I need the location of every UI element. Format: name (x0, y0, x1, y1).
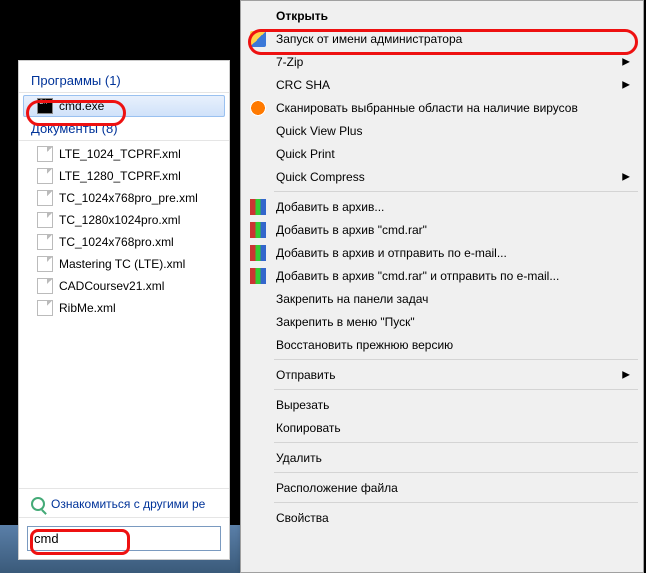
menu-add-cmd-rar-email[interactable]: Добавить в архив "cmd.rar" и отправить п… (244, 264, 640, 287)
menu-separator (274, 389, 638, 390)
documents-header: Документы (8) (19, 117, 229, 138)
menu-quick-compress[interactable]: Quick Compress▶ (244, 165, 640, 188)
document-label: TC_1024x768pro_pre.xml (59, 191, 198, 205)
programs-count: (1) (105, 73, 121, 88)
chevron-right-icon: ▶ (622, 79, 630, 90)
avast-icon (250, 100, 266, 116)
menu-copy[interactable]: Копировать (244, 416, 640, 439)
chevron-right-icon: ▶ (622, 56, 630, 67)
see-more-label: Ознакомиться с другими ре (51, 497, 205, 511)
divider (19, 140, 229, 141)
menu-separator (274, 502, 638, 503)
document-label: CADCoursev21.xml (59, 279, 164, 293)
file-icon (37, 234, 53, 250)
menu-restore-previous[interactable]: Восстановить прежнюю версию (244, 333, 640, 356)
programs-header: Программы (1) (19, 69, 229, 90)
menu-file-location[interactable]: Расположение файла (244, 476, 640, 499)
document-label: Mastering TC (LTE).xml (59, 257, 185, 271)
document-label: TC_1280x1024pro.xml (59, 213, 180, 227)
spacer (19, 319, 229, 486)
see-more-results[interactable]: Ознакомиться с другими ре (19, 491, 229, 517)
documents-count: (8) (102, 121, 118, 136)
menu-scan[interactable]: Сканировать выбранные области на наличие… (244, 96, 640, 119)
document-label: LTE_1280_TCPRF.xml (59, 169, 181, 183)
menu-add-cmd-rar[interactable]: Добавить в архив "cmd.rar" (244, 218, 640, 241)
file-icon (37, 190, 53, 206)
chevron-right-icon: ▶ (622, 171, 630, 182)
file-icon (37, 168, 53, 184)
document-result[interactable]: TC_1280x1024pro.xml (19, 209, 229, 231)
menu-pin-start[interactable]: Закрепить в меню "Пуск" (244, 310, 640, 333)
menu-quick-print[interactable]: Quick Print (244, 142, 640, 165)
menu-delete[interactable]: Удалить (244, 446, 640, 469)
menu-open[interactable]: Открыть (244, 4, 640, 27)
document-result[interactable]: TC_1024x768pro_pre.xml (19, 187, 229, 209)
cmd-icon (37, 98, 53, 114)
document-result[interactable]: LTE_1280_TCPRF.xml (19, 165, 229, 187)
document-label: TC_1024x768pro.xml (59, 235, 174, 249)
divider (19, 92, 229, 93)
menu-separator (274, 191, 638, 192)
menu-run-as-admin[interactable]: Запуск от имени администратора (244, 27, 640, 50)
document-result[interactable]: Mastering TC (LTE).xml (19, 253, 229, 275)
menu-separator (274, 472, 638, 473)
chevron-right-icon: ▶ (622, 369, 630, 380)
search-row (19, 517, 229, 559)
programs-label: Программы (31, 73, 101, 88)
document-label: LTE_1024_TCPRF.xml (59, 147, 181, 161)
winrar-icon (250, 199, 266, 215)
menu-7zip[interactable]: 7-Zip▶ (244, 50, 640, 73)
divider (19, 488, 229, 489)
menu-crc-sha[interactable]: CRC SHA▶ (244, 73, 640, 96)
winrar-icon (250, 222, 266, 238)
menu-separator (274, 442, 638, 443)
winrar-icon (250, 268, 266, 284)
menu-add-send-email[interactable]: Добавить в архив и отправить по e-mail..… (244, 241, 640, 264)
document-result[interactable]: RibMe.xml (19, 297, 229, 319)
shield-icon (250, 31, 266, 47)
document-label: RibMe.xml (59, 301, 116, 315)
documents-label: Документы (31, 121, 98, 136)
program-label: cmd.exe (59, 99, 104, 113)
menu-cut[interactable]: Вырезать (244, 393, 640, 416)
search-icon (31, 497, 45, 511)
file-icon (37, 212, 53, 228)
menu-pin-taskbar[interactable]: Закрепить на панели задач (244, 287, 640, 310)
file-icon (37, 300, 53, 316)
context-menu: Открыть Запуск от имени администратора 7… (240, 0, 644, 573)
winrar-icon (250, 245, 266, 261)
menu-quick-view[interactable]: Quick View Plus (244, 119, 640, 142)
search-input[interactable] (27, 526, 221, 551)
start-menu-results: Программы (1) cmd.exe Документы (8) LTE_… (18, 60, 230, 560)
program-result-cmd[interactable]: cmd.exe (23, 95, 225, 117)
menu-separator (274, 359, 638, 360)
document-result[interactable]: CADCoursev21.xml (19, 275, 229, 297)
document-result[interactable]: TC_1024x768pro.xml (19, 231, 229, 253)
document-result[interactable]: LTE_1024_TCPRF.xml (19, 143, 229, 165)
file-icon (37, 256, 53, 272)
menu-properties[interactable]: Свойства (244, 506, 640, 529)
file-icon (37, 146, 53, 162)
menu-send-to[interactable]: Отправить▶ (244, 363, 640, 386)
menu-add-archive[interactable]: Добавить в архив... (244, 195, 640, 218)
file-icon (37, 278, 53, 294)
